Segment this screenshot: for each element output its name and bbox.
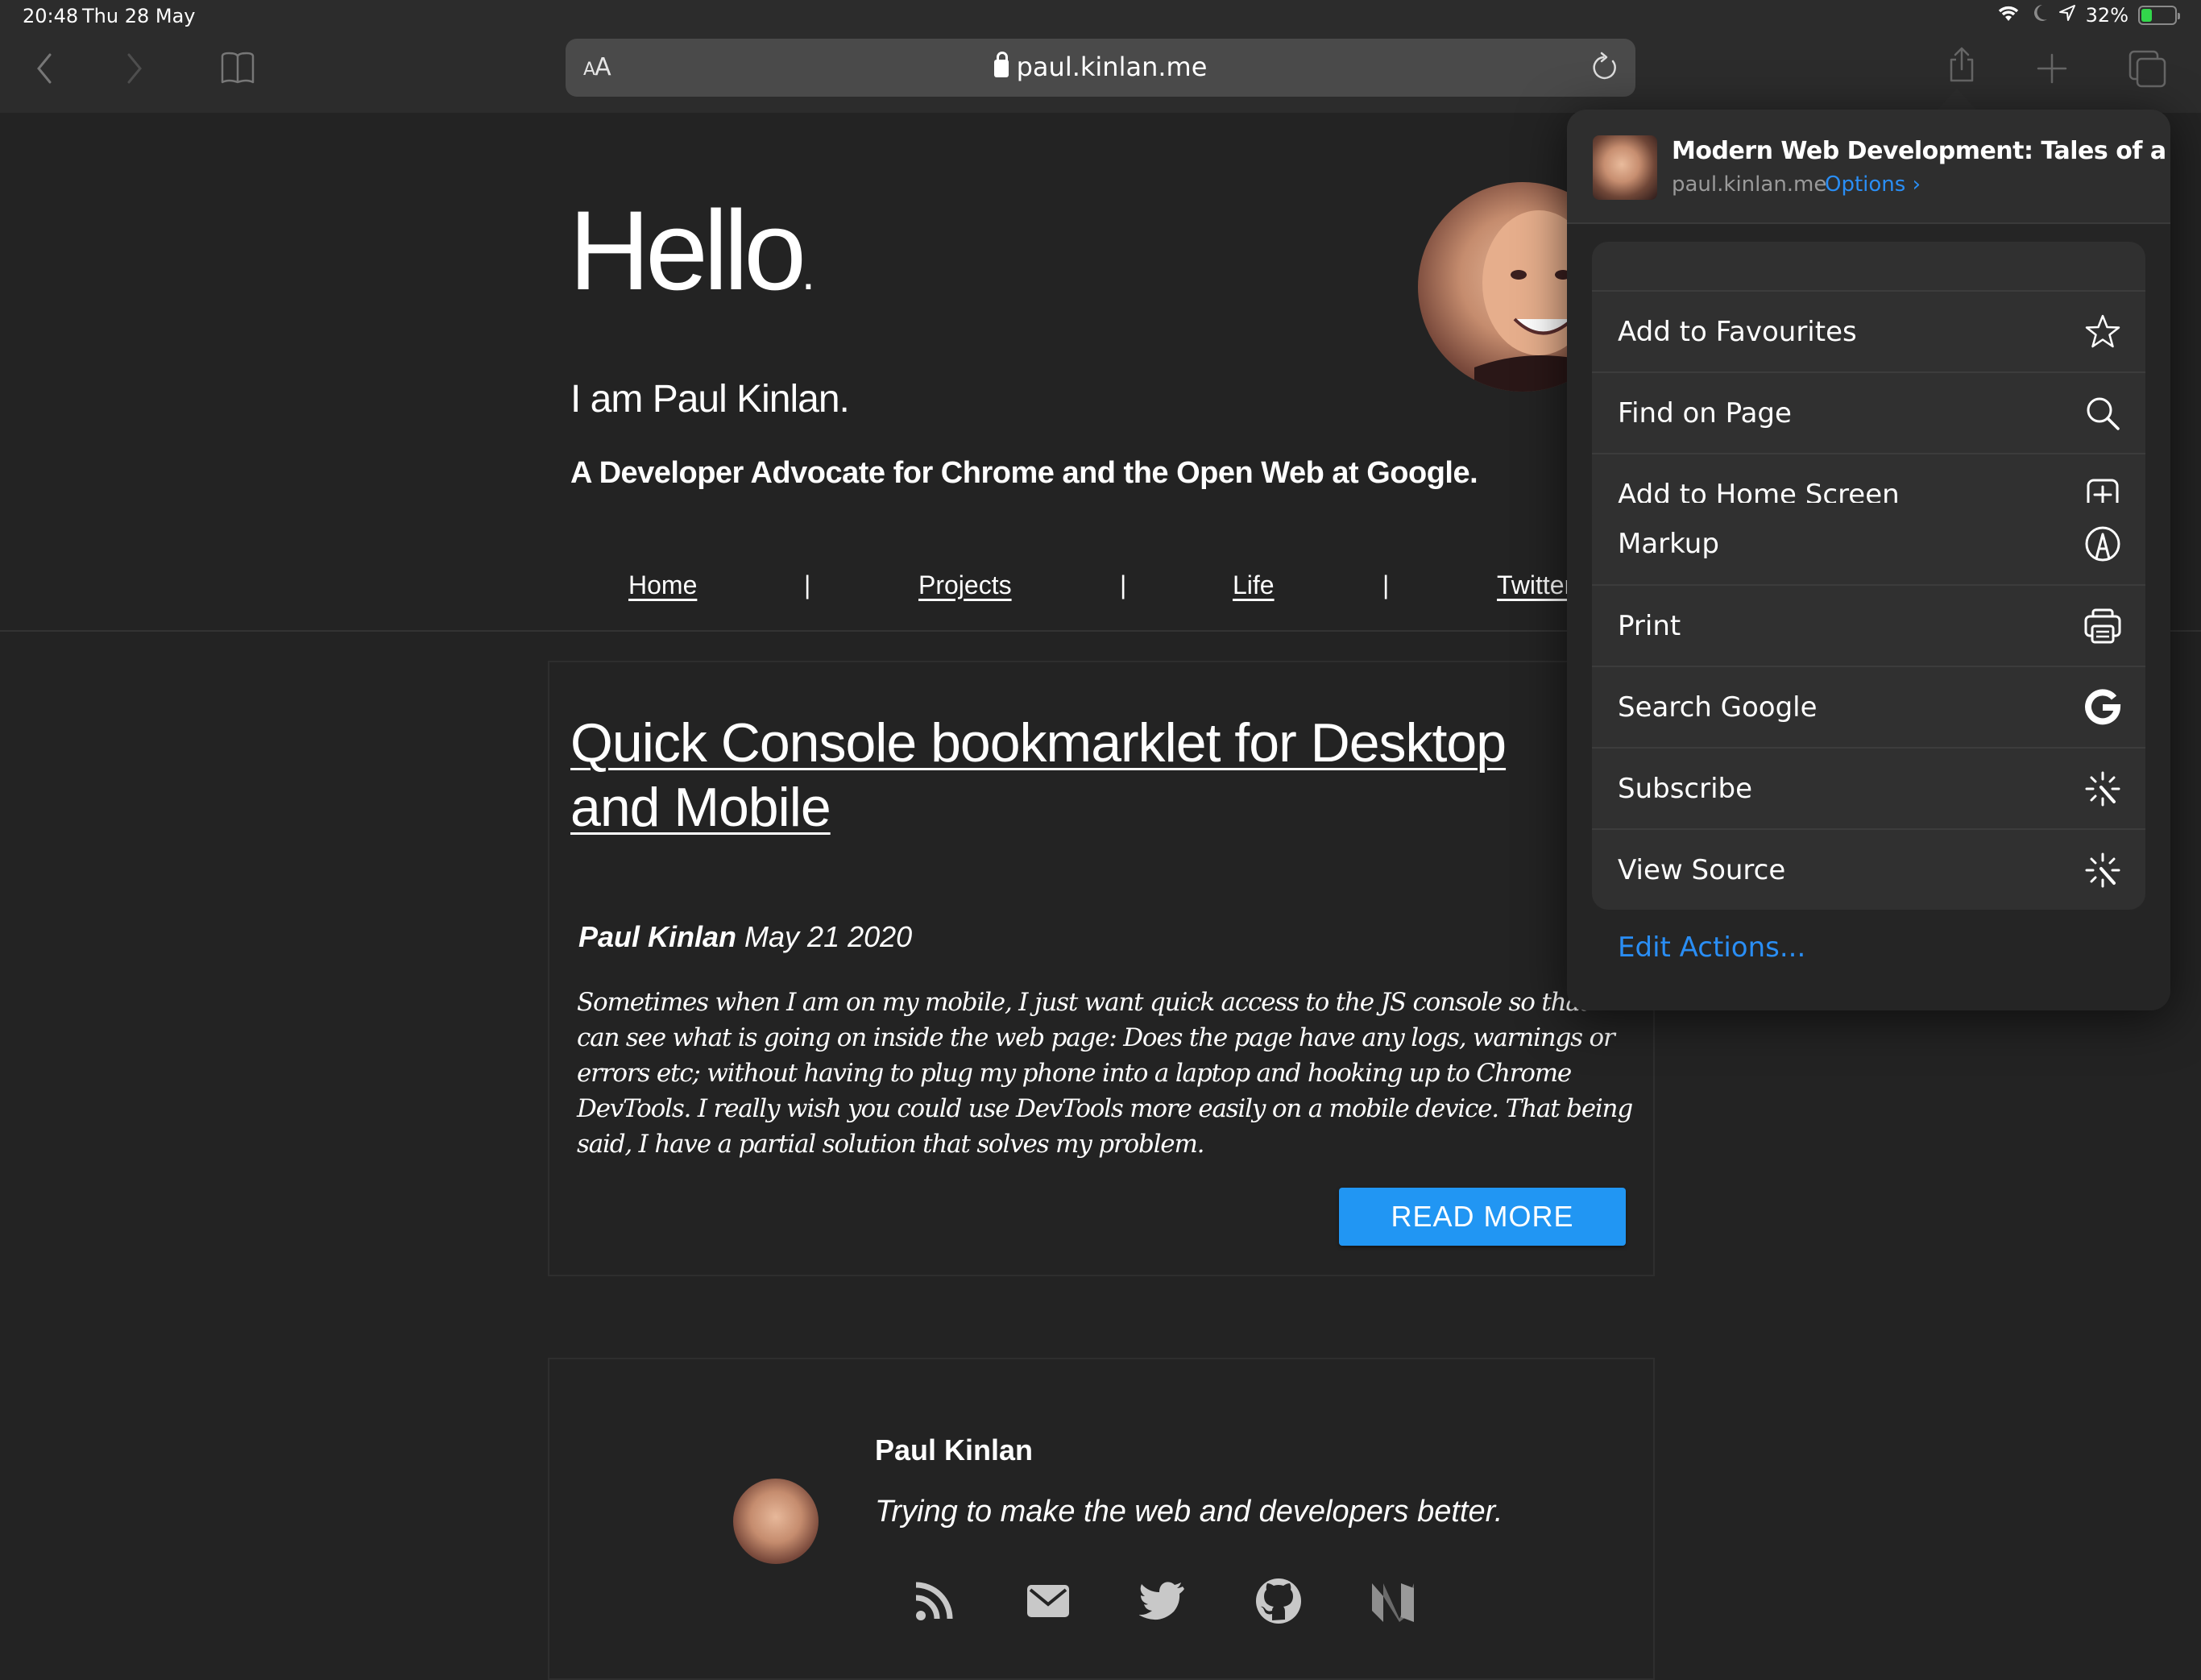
nav-home[interactable]: Home xyxy=(628,570,697,600)
battery-percent: 32% xyxy=(2085,4,2128,27)
article-card: Quick Console bookmarklet for Desktop an… xyxy=(548,661,1655,1276)
browser-toolbar: 20:48 Thu 28 May 32% AA paul.kinlan.me xyxy=(0,0,2201,113)
markup-pen-icon xyxy=(2083,524,2123,564)
star-icon xyxy=(2083,312,2123,352)
action-subscribe[interactable]: Subscribe xyxy=(1592,747,2145,828)
tagline: A Developer Advocate for Chrome and the … xyxy=(570,456,1478,490)
status-date: Thu 28 May xyxy=(82,5,196,27)
twitter-link[interactable] xyxy=(1138,1575,1189,1627)
intro-text: I am Paul Kinlan. xyxy=(570,378,850,421)
chevron-right-icon xyxy=(127,53,142,84)
action-search-google[interactable]: Search Google xyxy=(1592,666,2145,747)
article-author: Paul Kinlan xyxy=(578,920,737,953)
medium-link[interactable] xyxy=(1367,1575,1419,1627)
share-button[interactable] xyxy=(1942,45,1982,85)
action-view-source[interactable]: View Source xyxy=(1592,828,2145,910)
article-byline: Paul Kinlan May 21 2020 xyxy=(578,920,912,954)
read-more-button[interactable]: READ MORE xyxy=(1339,1188,1626,1246)
author-name: Paul Kinlan xyxy=(875,1433,1034,1466)
reload-icon xyxy=(1593,52,1616,80)
author-bio: Trying to make the web and developers be… xyxy=(875,1495,1503,1529)
action-add-to-favourites[interactable]: Add to Favourites xyxy=(1592,290,2145,371)
do-not-disturb-moon-icon xyxy=(2031,3,2049,27)
action-find-on-page[interactable]: Find on Page xyxy=(1592,371,2145,453)
rss-link[interactable] xyxy=(908,1575,960,1627)
author-card: Paul Kinlan Trying to make the web and d… xyxy=(548,1358,1655,1680)
forward-button[interactable] xyxy=(114,48,155,89)
address-bar[interactable]: AA paul.kinlan.me xyxy=(566,39,1635,97)
github-icon xyxy=(1256,1578,1301,1624)
status-indicators: 32% xyxy=(1996,3,2180,27)
popover-arrow xyxy=(1936,89,1978,111)
share-actions-group-1: Add to Favourites Find on Page Add to Ho… xyxy=(1592,242,2145,534)
tabs-button[interactable] xyxy=(2127,48,2167,89)
search-icon xyxy=(2083,393,2123,433)
email-link[interactable] xyxy=(1022,1575,1074,1627)
hello-heading: Hello. xyxy=(569,187,815,313)
nav-separator: | xyxy=(1120,570,1127,599)
edit-actions-button[interactable]: Edit Actions... xyxy=(1618,931,1805,964)
back-button[interactable] xyxy=(24,48,64,89)
tabs-icon xyxy=(2128,50,2166,88)
nav-life[interactable]: Life xyxy=(1233,570,1275,600)
plus-icon xyxy=(2037,53,2067,84)
google-icon xyxy=(2083,687,2123,728)
action-print[interactable]: Print xyxy=(1592,584,2145,666)
share-page-title: Modern Web Development: Tales of a D... xyxy=(1672,137,2170,165)
url-text: paul.kinlan.me xyxy=(1016,52,1208,82)
share-sheet: Modern Web Development: Tales of a D... … xyxy=(1567,110,2170,1010)
article-date: May 21 2020 xyxy=(744,920,913,953)
nav-projects[interactable]: Projects xyxy=(918,570,1012,600)
bookmarks-button[interactable] xyxy=(218,48,258,89)
page-thumbnail xyxy=(1593,135,1657,200)
share-icon xyxy=(1950,47,1974,82)
rss-icon xyxy=(915,1582,953,1620)
shortcut-wand-icon xyxy=(2083,769,2123,809)
chevron-left-icon xyxy=(37,53,52,84)
share-sheet-header: Modern Web Development: Tales of a D... … xyxy=(1567,110,2170,224)
url-display[interactable]: paul.kinlan.me xyxy=(566,52,1635,82)
nav-separator: | xyxy=(804,570,811,599)
nav-twitter[interactable]: Twitter xyxy=(1497,570,1573,600)
twitter-icon xyxy=(1139,1582,1184,1620)
reload-button[interactable] xyxy=(1589,52,1621,84)
lock-icon xyxy=(993,52,1009,77)
wifi-icon xyxy=(1996,3,2021,27)
battery-icon xyxy=(2138,6,2180,25)
share-actions-group-2: Markup Print Search Google Subscribe Vie… xyxy=(1592,503,2145,910)
github-link[interactable] xyxy=(1253,1575,1304,1627)
nav-separator: | xyxy=(1382,570,1390,599)
printer-icon xyxy=(2083,606,2123,646)
share-page-domain: paul.kinlan.me xyxy=(1672,172,1827,197)
new-tab-button[interactable] xyxy=(2032,48,2072,89)
action-markup[interactable]: Markup xyxy=(1592,503,2145,584)
article-title-link[interactable]: Quick Console bookmarklet for Desktop an… xyxy=(570,711,1577,840)
medium-icon xyxy=(1372,1583,1414,1622)
share-actions-scroll-edge xyxy=(1592,242,2145,290)
article-excerpt: Sometimes when I am on my mobile, I just… xyxy=(577,988,1633,1159)
chevron-right-icon: › xyxy=(1912,172,1921,197)
share-options-button[interactable]: Options › xyxy=(1825,172,1921,197)
shortcut-wand-icon xyxy=(2083,850,2123,890)
status-time: 20:48 xyxy=(23,5,79,27)
email-icon xyxy=(1027,1585,1069,1617)
author-avatar xyxy=(733,1479,819,1564)
location-arrow-icon xyxy=(2058,4,2076,27)
book-icon xyxy=(221,52,255,84)
